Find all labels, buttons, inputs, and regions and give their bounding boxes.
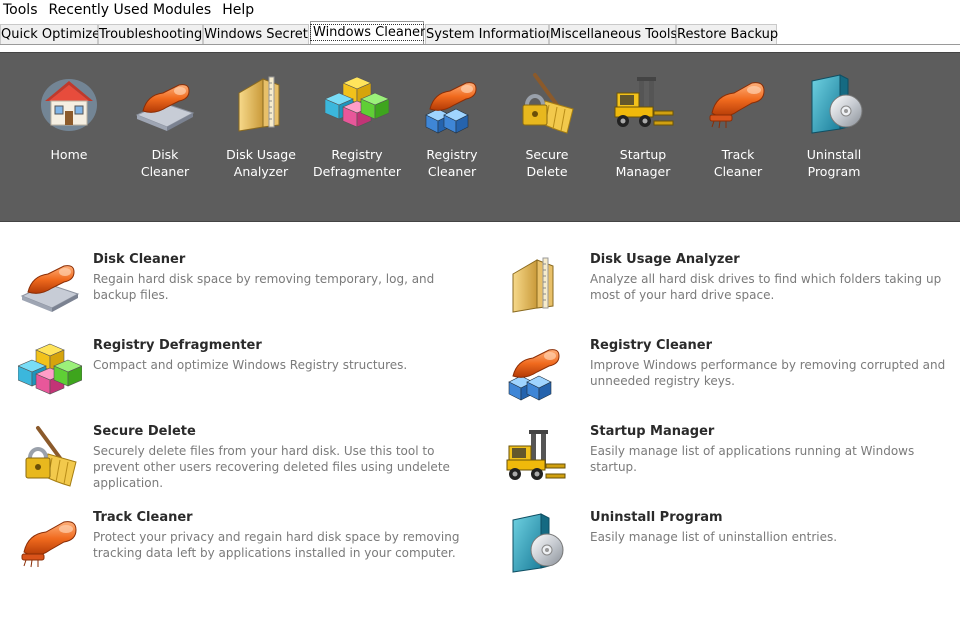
- item-description: Securely delete files from your hard dis…: [93, 444, 450, 490]
- item-description: Protect your privacy and regain hard dis…: [93, 530, 460, 560]
- menu-recently-used-modules[interactable]: Recently Used Modules: [45, 0, 219, 20]
- disk-cleaner-icon: [133, 71, 197, 135]
- tab-system-information[interactable]: System Information: [425, 24, 554, 45]
- track-cleaner-icon: [706, 71, 770, 135]
- toolbar-home[interactable]: Home: [21, 71, 117, 163]
- item-track-cleaner[interactable]: Track Cleaner Protect your privacy and r…: [18, 510, 468, 590]
- disk-cleaner-icon: [18, 252, 82, 316]
- tab-label: System Information: [426, 27, 554, 42]
- item-description: Easily manage list of uninstallion entri…: [590, 530, 838, 544]
- toolbar-label: Startup Manager: [615, 147, 671, 179]
- item-title: Disk Usage Analyzer: [590, 252, 740, 267]
- tab-label: Windows Cleaner: [309, 24, 429, 41]
- menu-help[interactable]: Help: [218, 0, 261, 20]
- toolbar-disk-usage-analyzer[interactable]: Disk Usage Analyzer: [213, 71, 309, 180]
- tab-windows-cleaner[interactable]: Windows Cleaner: [309, 21, 429, 45]
- toolbar-uninstall-program[interactable]: Uninstall Program: [786, 71, 882, 180]
- item-registry-cleaner[interactable]: Registry Cleaner Improve Windows perform…: [503, 338, 958, 418]
- item-disk-usage-analyzer[interactable]: Disk Usage Analyzer Analyze all hard dis…: [503, 252, 958, 332]
- uninstall-program-icon: [503, 510, 567, 574]
- tab-label: Troubleshooting: [99, 27, 203, 42]
- registry-defragmenter-icon: [325, 71, 389, 135]
- tab-label: Windows Secret: [204, 27, 308, 42]
- item-disk-cleaner[interactable]: Disk Cleaner Regain hard disk space by r…: [18, 252, 468, 332]
- item-description: Easily manage list of applications runni…: [590, 444, 915, 474]
- tab-windows-secret[interactable]: Windows Secret: [203, 24, 309, 45]
- toolbar-registry-defragmenter[interactable]: Registry Defragmenter: [309, 71, 405, 180]
- track-cleaner-icon: [18, 510, 82, 574]
- item-title: Registry Cleaner: [590, 338, 713, 353]
- item-registry-defragmenter[interactable]: Registry Defragmenter Compact and optimi…: [18, 338, 468, 418]
- toolbar-label: Secure Delete: [525, 147, 569, 179]
- toolbar-label: Disk Usage Analyzer: [226, 147, 296, 179]
- item-description: Compact and optimize Windows Registry st…: [93, 358, 408, 372]
- toolbar-secure-delete[interactable]: Secure Delete: [499, 71, 595, 180]
- toolbar-startup-manager[interactable]: Startup Manager: [595, 71, 691, 180]
- startup-manager-icon: [503, 424, 567, 488]
- startup-manager-icon: [611, 71, 675, 135]
- toolbar-label: Track Cleaner: [713, 147, 763, 179]
- tab-label: Miscellaneous Tools: [550, 27, 678, 42]
- uninstall-program-icon: [802, 71, 866, 135]
- menu-bar: Tools Recently Used Modules Help: [0, 0, 960, 20]
- item-title: Registry Defragmenter: [93, 338, 262, 353]
- item-description: Improve Windows performance by removing …: [590, 358, 946, 388]
- item-title: Disk Cleaner: [93, 252, 186, 267]
- tab-miscellaneous-tools[interactable]: Miscellaneous Tools: [549, 24, 678, 45]
- module-tabs: Quick Optimizer Troubleshooting Windows …: [0, 21, 960, 45]
- item-uninstall-program[interactable]: Uninstall Program Easily manage list of …: [503, 510, 958, 590]
- toolbar-track-cleaner[interactable]: Track Cleaner: [690, 71, 786, 180]
- toolbar-disk-cleaner[interactable]: Disk Cleaner: [117, 71, 213, 180]
- toolbar-label: Uninstall Program: [806, 147, 862, 179]
- item-description: Analyze all hard disk drives to find whi…: [590, 272, 942, 302]
- tab-quick-optimizer[interactable]: Quick Optimizer: [0, 24, 106, 45]
- tab-troubleshooting[interactable]: Troubleshooting: [98, 24, 203, 45]
- item-title: Track Cleaner: [93, 510, 193, 525]
- item-secure-delete[interactable]: Secure Delete Securely delete files from…: [18, 424, 468, 504]
- tab-label: Restore Backup: [677, 27, 779, 42]
- item-description: Regain hard disk space by removing tempo…: [93, 272, 435, 302]
- secure-delete-icon: [18, 424, 82, 488]
- toolbar-label: Registry Defragmenter: [313, 147, 401, 179]
- disk-usage-analyzer-icon: [503, 252, 567, 316]
- secure-delete-icon: [515, 71, 579, 135]
- home-icon: [37, 71, 101, 135]
- module-toolbar: Home Disk Cleaner Disk Usage Analyzer Re…: [0, 52, 960, 222]
- registry-cleaner-icon: [503, 338, 567, 402]
- registry-cleaner-icon: [420, 71, 484, 135]
- toolbar-label: Home: [50, 147, 88, 162]
- toolbar-label: Registry Cleaner: [426, 147, 478, 179]
- disk-usage-analyzer-icon: [229, 71, 293, 135]
- item-startup-manager[interactable]: Startup Manager Easily manage list of ap…: [503, 424, 958, 504]
- tab-divider: [0, 44, 960, 45]
- item-title: Uninstall Program: [590, 510, 723, 525]
- toolbar-label: Disk Cleaner: [140, 147, 190, 179]
- item-title: Secure Delete: [93, 424, 196, 439]
- registry-defragmenter-icon: [18, 338, 82, 402]
- tab-label: Quick Optimizer: [1, 27, 106, 42]
- item-title: Startup Manager: [590, 424, 715, 439]
- toolbar-registry-cleaner[interactable]: Registry Cleaner: [404, 71, 500, 180]
- tab-restore-backup[interactable]: Restore Backup: [676, 24, 779, 45]
- menu-tools[interactable]: Tools: [0, 0, 45, 20]
